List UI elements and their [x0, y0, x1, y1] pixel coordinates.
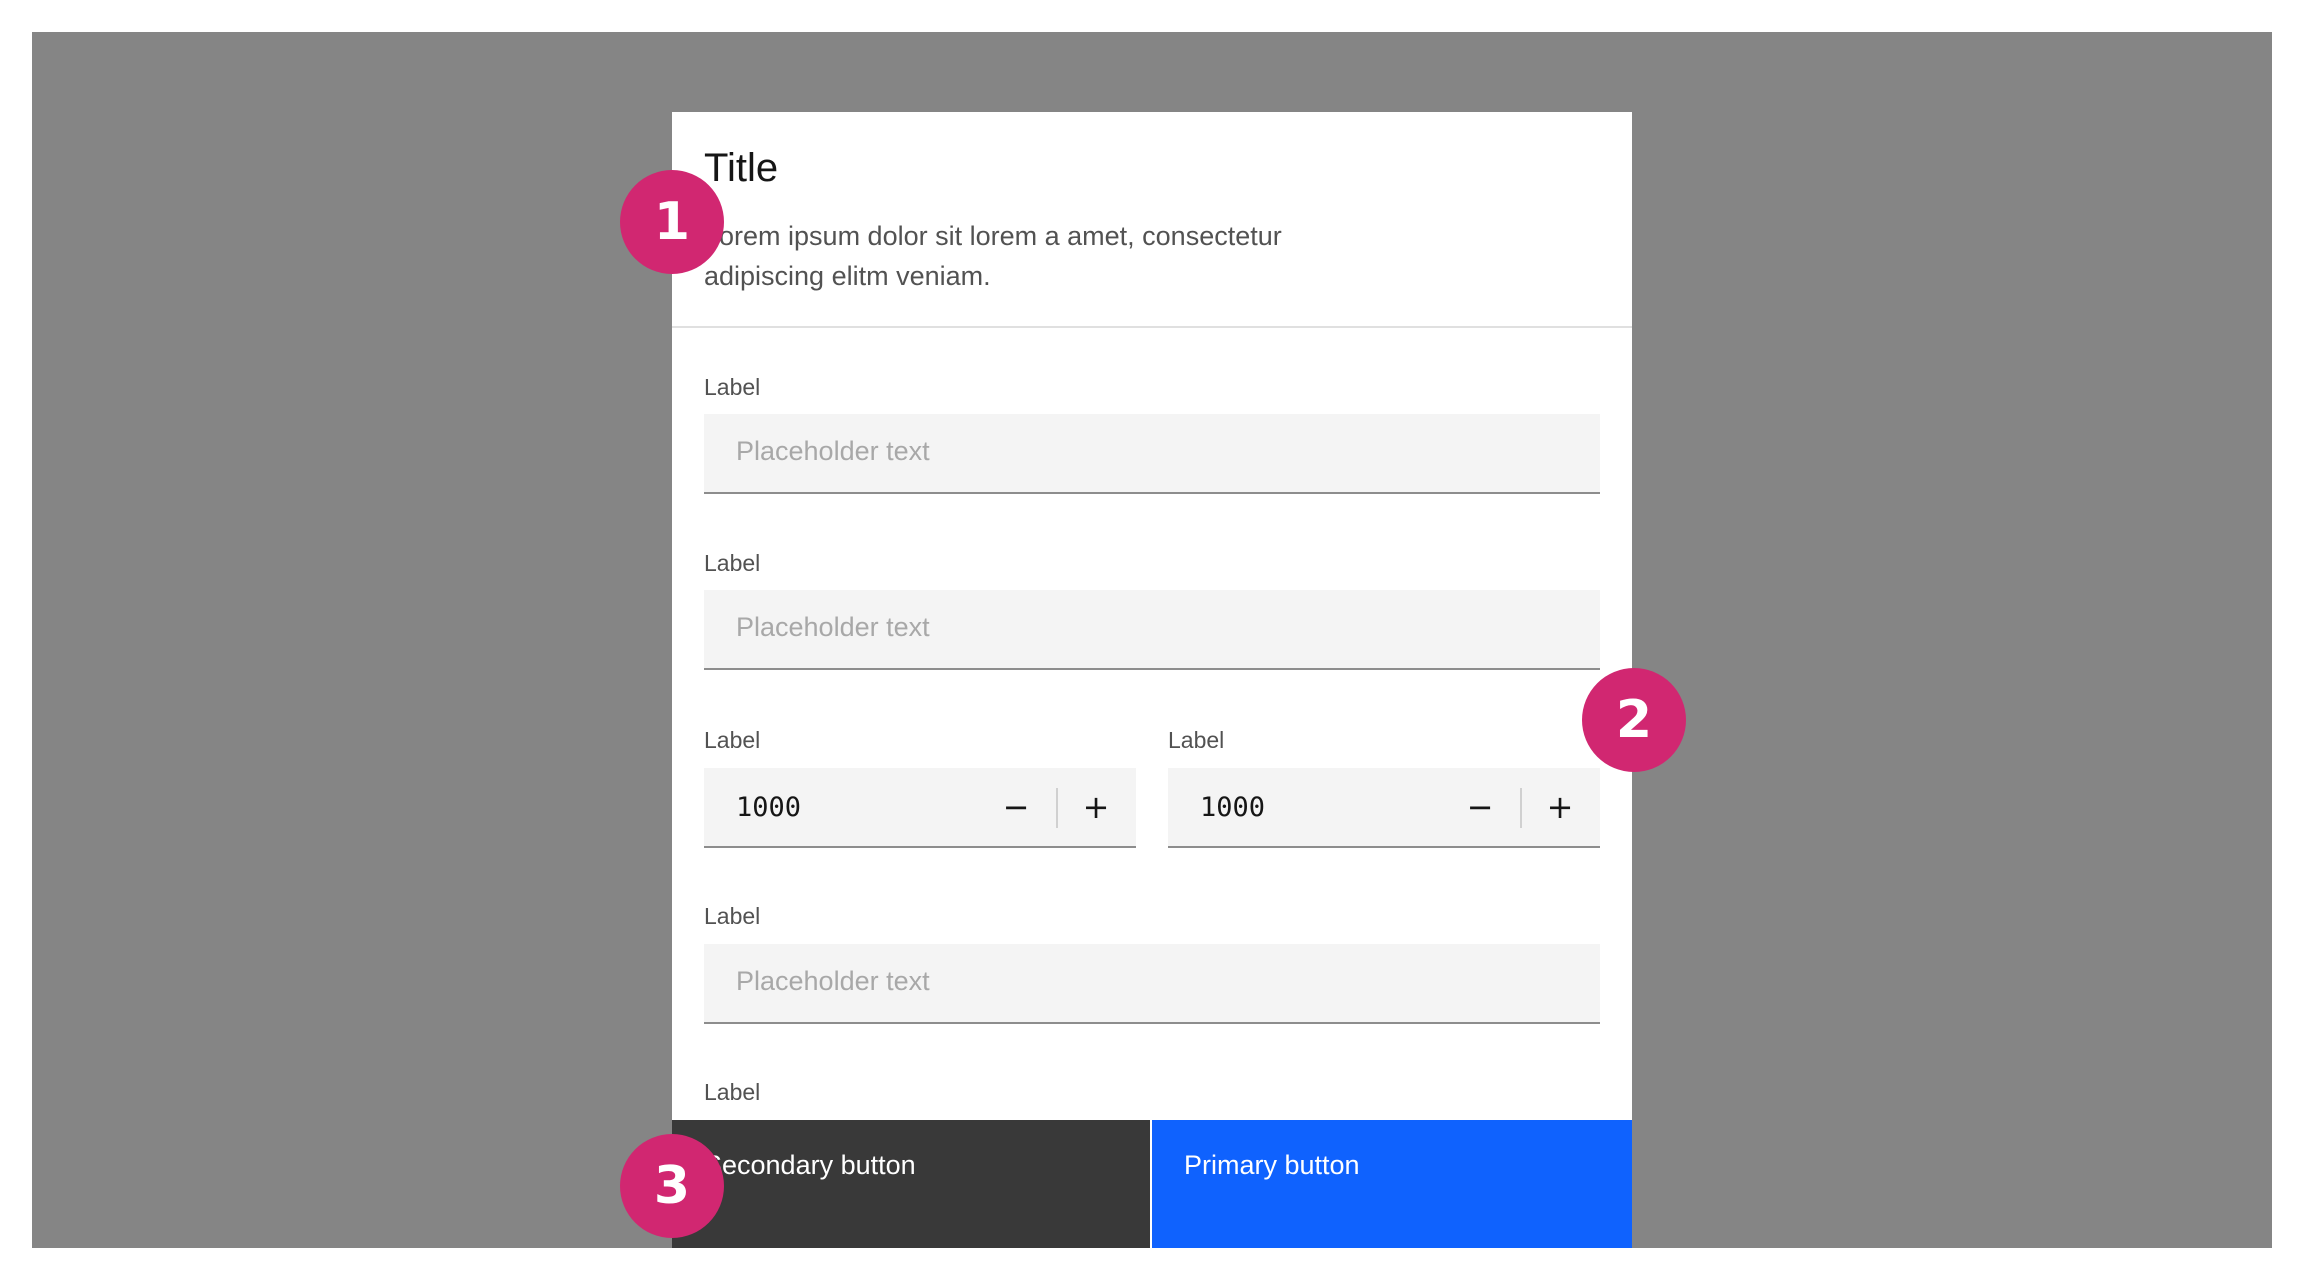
annotation-marker-1: 1	[620, 170, 724, 274]
decrement-button[interactable]: −	[1440, 768, 1520, 846]
field-label: Label	[704, 550, 761, 576]
field-label: Label	[704, 727, 761, 753]
number-input[interactable]: 1000 − +	[1168, 768, 1600, 848]
text-input[interactable]: Placeholder text	[704, 944, 1600, 1024]
annotation-marker-3: 3	[620, 1134, 724, 1238]
field-label: Label	[704, 1079, 761, 1105]
field-label: Label	[704, 903, 761, 929]
text-input[interactable]: Placeholder text	[704, 414, 1600, 494]
input-placeholder: Placeholder text	[736, 612, 930, 642]
modal-header: Title Lorem ipsum dolor sit lorem a amet…	[672, 112, 1632, 328]
input-placeholder: Placeholder text	[736, 966, 930, 996]
annotation-marker-2: 2	[1582, 668, 1686, 772]
number-input-value: 1000	[1200, 792, 1266, 823]
increment-button[interactable]: +	[1520, 768, 1600, 846]
decrement-button[interactable]: −	[976, 768, 1056, 846]
number-input[interactable]: 1000 − +	[704, 768, 1136, 848]
field-label: Label	[704, 374, 761, 400]
number-input-value: 1000	[736, 792, 802, 823]
increment-button[interactable]: +	[1056, 768, 1136, 846]
modal-overlay: Title Lorem ipsum dolor sit lorem a amet…	[32, 32, 2272, 1248]
input-placeholder: Placeholder text	[736, 436, 930, 466]
text-input[interactable]: Placeholder text	[704, 590, 1600, 670]
modal-description: Lorem ipsum dolor sit lorem a amet, cons…	[704, 221, 1282, 291]
field-label: Label	[1168, 727, 1225, 753]
secondary-button[interactable]: Secondary button	[672, 1120, 1150, 1248]
primary-button[interactable]: Primary button	[1152, 1120, 1632, 1248]
modal-title: Title	[704, 146, 779, 190]
modal-dialog: Title Lorem ipsum dolor sit lorem a amet…	[672, 112, 1632, 1248]
